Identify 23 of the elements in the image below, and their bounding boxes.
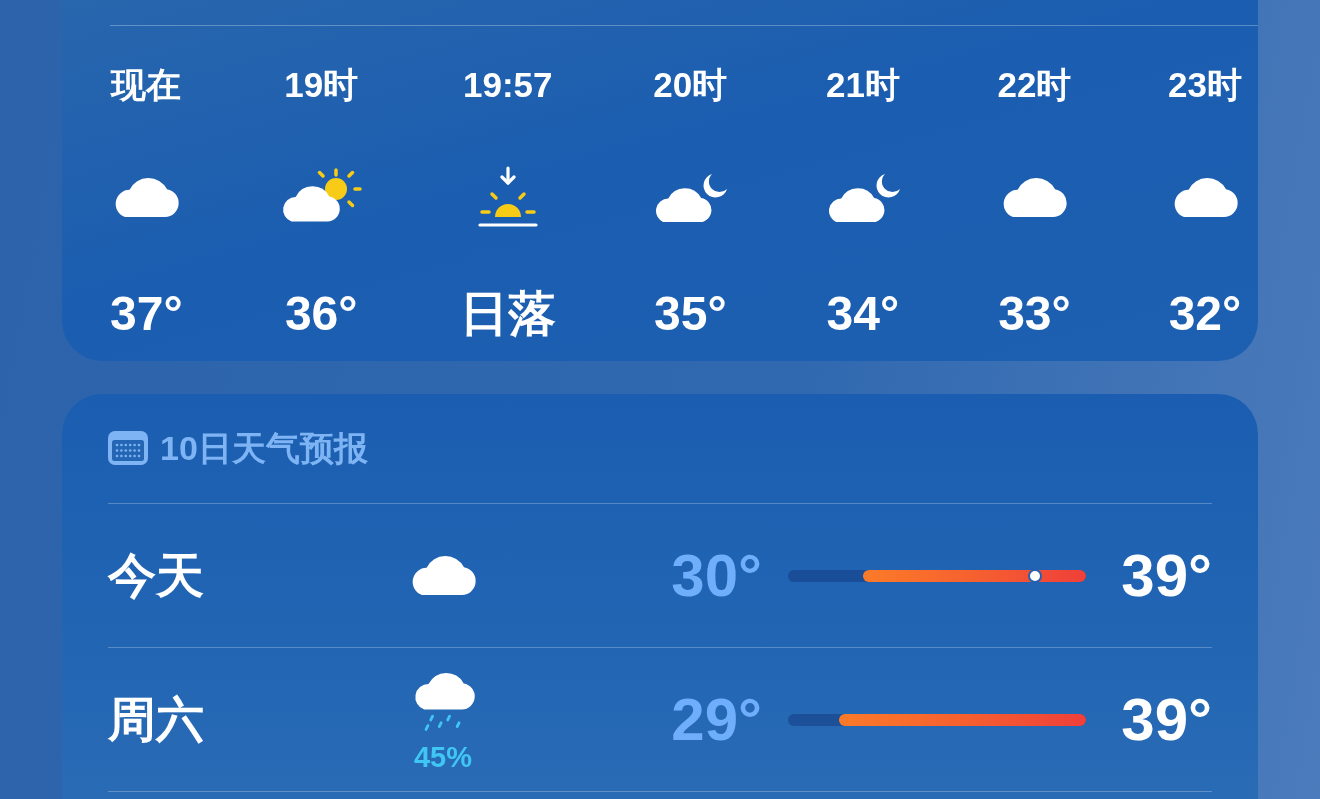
hour-label: 22时: [997, 64, 1072, 105]
precipitation-chance: 45%: [413, 741, 472, 772]
day-label: 今天: [108, 547, 205, 604]
high-temperature: 39°: [1120, 541, 1212, 610]
calendar-icon: [108, 431, 148, 465]
hour-label: 20时: [653, 64, 728, 105]
hour-temperature: 37°: [110, 286, 183, 342]
sunset-label: 日落: [459, 286, 556, 342]
hour-label: 21时: [825, 64, 900, 105]
hour-label: 19:57: [463, 64, 553, 105]
hour-label: 23时: [1168, 64, 1242, 105]
hour-label: 19时: [284, 64, 359, 105]
high-temperature: 39°: [1120, 685, 1212, 754]
hour-label: 现在: [111, 64, 182, 105]
hour-temperature: 35°: [654, 286, 727, 342]
hour-temperature: 34°: [826, 286, 900, 342]
low-temperature: 30°: [670, 541, 762, 610]
forecast-title: 10日天气预报: [160, 428, 368, 468]
hour-temperature: 32°: [1168, 286, 1242, 342]
hour-temperature: 36°: [284, 286, 358, 342]
low-temperature: 29°: [670, 685, 762, 754]
hour-temperature: 33°: [998, 286, 1071, 342]
day-label: 周六: [108, 691, 205, 748]
